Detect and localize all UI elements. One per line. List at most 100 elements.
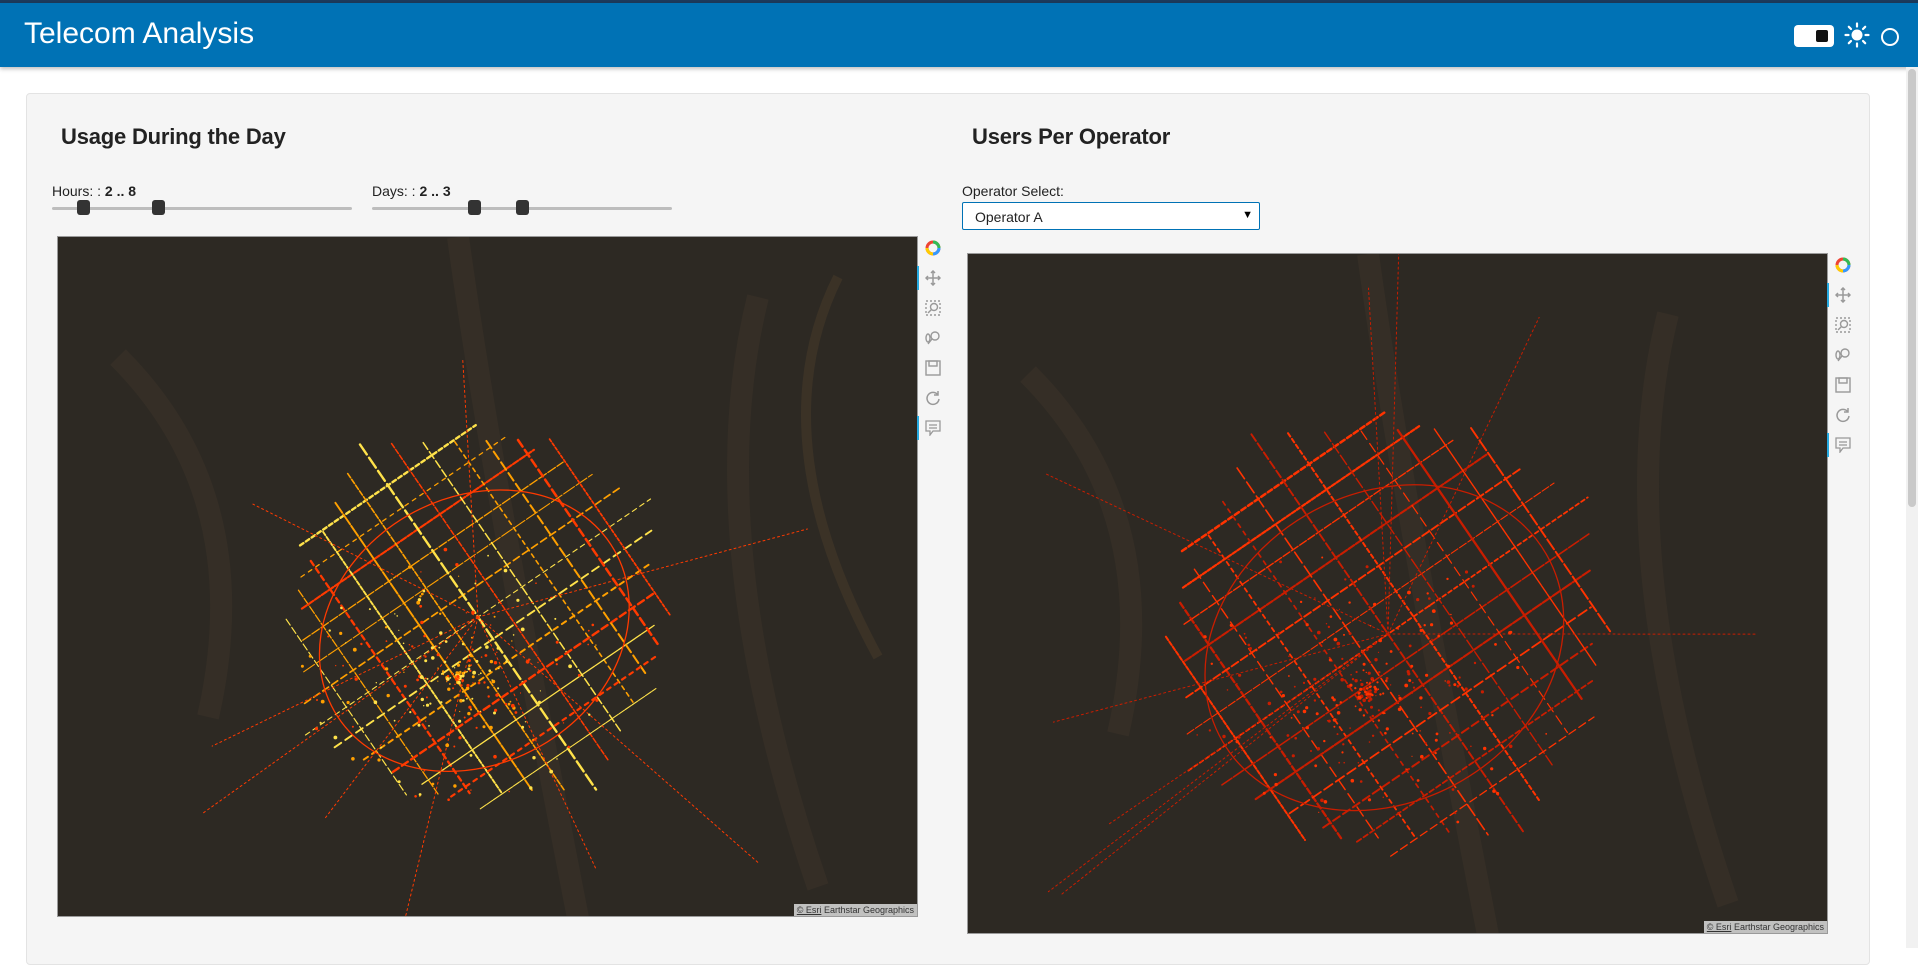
heat-point: [443, 674, 444, 675]
heat-point: [1360, 683, 1363, 686]
sun-icon[interactable]: [1844, 22, 1870, 48]
heat-point: [494, 616, 496, 618]
heat-point: [466, 684, 469, 687]
heat-point: [1340, 701, 1342, 703]
heat-point: [1292, 754, 1295, 757]
operator-select-value: Operator A: [975, 209, 1043, 225]
operator-heatmap: [968, 254, 1828, 934]
bokeh-logo-icon[interactable]: [1831, 253, 1855, 277]
heat-point: [1359, 688, 1362, 691]
heat-point: [411, 645, 413, 647]
heat-point: [1378, 709, 1380, 711]
save-icon[interactable]: [1831, 373, 1855, 397]
hover-icon[interactable]: [921, 416, 945, 440]
heat-point: [1407, 672, 1410, 675]
heat-point: [1472, 585, 1475, 588]
heat-point: [416, 601, 420, 605]
heat-point: [511, 704, 515, 708]
bokeh-logo-icon[interactable]: [921, 236, 945, 260]
operator-map[interactable]: © Esri Earthstar Geographics: [967, 253, 1828, 934]
toggle-knob: [1816, 30, 1828, 42]
hours-slider[interactable]: [52, 198, 352, 218]
heat-point: [488, 669, 491, 672]
heat-point: [377, 758, 380, 761]
heat-point: [1398, 695, 1400, 697]
heat-point: [1364, 691, 1367, 694]
heat-point: [1294, 686, 1296, 688]
heat-point: [1342, 743, 1344, 745]
heat-point: [1288, 675, 1290, 677]
circle-icon[interactable]: [1881, 28, 1899, 46]
heat-point: [1447, 680, 1451, 684]
reset-icon[interactable]: [1831, 403, 1855, 427]
heat-point: [1370, 685, 1372, 687]
heat-point: [409, 644, 410, 645]
heat-point: [1386, 677, 1389, 680]
heat-point: [329, 629, 331, 631]
heat-point: [1474, 662, 1476, 664]
heat-point: [474, 704, 476, 706]
heat-point: [1373, 603, 1376, 606]
heat-point: [1465, 570, 1468, 573]
box-zoom-icon[interactable]: [921, 296, 945, 320]
heat-point: [1336, 719, 1337, 720]
heat-point: [532, 756, 535, 759]
heat-point: [490, 624, 492, 626]
heat-point: [490, 660, 493, 663]
wheel-zoom-icon[interactable]: [921, 326, 945, 350]
heat-point: [461, 679, 464, 682]
heat-point: [521, 628, 525, 632]
hours-slider-low-handle[interactable]: [77, 200, 90, 215]
heat-point: [494, 661, 497, 664]
heat-point: [1420, 755, 1424, 759]
heat-point: [380, 747, 382, 749]
usage-map[interactable]: © Esri Earthstar Geographics: [57, 236, 918, 917]
heat-point: [1351, 779, 1355, 783]
heat-point: [1330, 615, 1333, 618]
save-icon[interactable]: [921, 356, 945, 380]
hours-slider-high-handle[interactable]: [152, 200, 165, 215]
heat-point: [1322, 642, 1323, 643]
heat-point: [309, 655, 312, 658]
heat-point: [488, 695, 490, 697]
heat-point: [426, 704, 429, 707]
heat-point: [447, 798, 450, 801]
pan-icon[interactable]: [1831, 283, 1855, 307]
heat-point: [1378, 652, 1379, 653]
heat-point: [1385, 680, 1387, 682]
heat-point: [1249, 647, 1252, 650]
theme-toggle[interactable]: [1794, 25, 1834, 47]
heat-point: [1211, 663, 1213, 665]
operator-select[interactable]: Operator A ▼: [962, 202, 1260, 230]
page-scrollbar[interactable]: [1906, 67, 1918, 948]
reset-icon[interactable]: [921, 386, 945, 410]
heat-highway: [202, 617, 478, 814]
heat-point: [1363, 669, 1365, 671]
pan-icon[interactable]: [921, 266, 945, 290]
heat-point: [1371, 679, 1372, 680]
heat-point: [1496, 792, 1499, 795]
heat-point: [525, 721, 526, 722]
heat-point: [1280, 691, 1283, 694]
days-slider-low-handle[interactable]: [468, 200, 481, 215]
heat-point: [398, 780, 401, 783]
scrollbar-thumb[interactable]: [1908, 69, 1916, 507]
days-slider[interactable]: [372, 198, 672, 218]
heat-point: [1360, 780, 1363, 783]
heat-point: [487, 555, 489, 557]
heat-point: [1413, 687, 1415, 689]
days-slider-high-handle[interactable]: [516, 200, 529, 215]
heat-point: [1196, 734, 1198, 736]
heat-point: [449, 683, 451, 685]
heat-point: [483, 681, 485, 683]
slider-track[interactable]: [52, 207, 352, 210]
heat-point: [1222, 735, 1225, 738]
heat-point: [1457, 685, 1460, 688]
wheel-zoom-icon[interactable]: [1831, 343, 1855, 367]
hover-icon[interactable]: [1831, 433, 1855, 457]
heat-point: [472, 649, 474, 651]
heat-point: [1278, 632, 1281, 635]
heat-point: [439, 613, 441, 615]
box-zoom-icon[interactable]: [1831, 313, 1855, 337]
heat-point: [1306, 623, 1309, 626]
